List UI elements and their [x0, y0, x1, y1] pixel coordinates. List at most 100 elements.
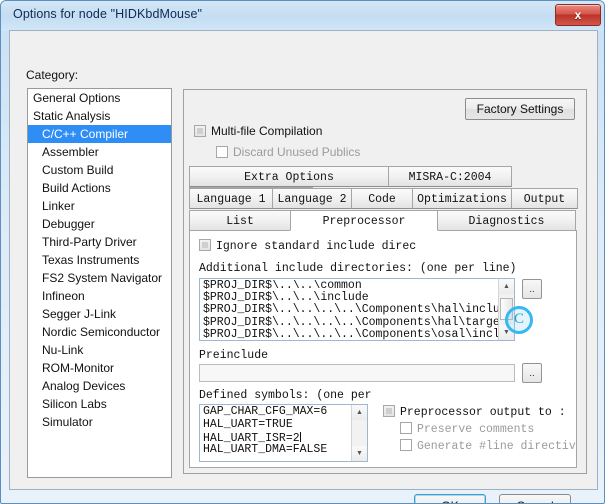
category-item-label: Nordic Semiconductor: [42, 325, 161, 339]
category-item-label: Nu-Link: [42, 343, 84, 357]
category-item-label: Silicon Labs: [42, 397, 107, 411]
preinclude-input[interactable]: [199, 364, 515, 382]
defined-symbol-text: HAL_UART_DMA=FALSE: [203, 443, 328, 457]
discard-unused-publics-checkbox: [216, 146, 228, 158]
defined-symbol-line[interactable]: HAL_UART_DMA=FALSE: [203, 443, 328, 457]
category-item-label: General Options: [33, 91, 121, 105]
sidebar-item-nu-link[interactable]: Nu-Link: [28, 341, 171, 359]
tab-optimizations[interactable]: Optimizations: [412, 188, 512, 209]
defined-symbol-text: GAP_CHAR_CFG_MAX=6: [203, 405, 328, 418]
sidebar-item-texas-instruments[interactable]: Texas Instruments: [28, 251, 171, 269]
tab-misra-c-2004[interactable]: MISRA-C:2004: [388, 166, 512, 187]
defined-symbols-text: GAP_CHAR_CFG_MAX=6 HAL_UART=TRUE HAL_UART_…: [203, 405, 328, 457]
tab-label: List: [226, 215, 254, 228]
tab-language-1[interactable]: Language 1: [189, 188, 273, 209]
sidebar-item-nordic-semiconductor[interactable]: Nordic Semiconductor: [28, 323, 171, 341]
tab-diagnostics[interactable]: Diagnostics: [437, 210, 576, 231]
tab-label: Output: [523, 193, 566, 206]
defined-symbols-label: Defined symbols: (one per: [199, 389, 372, 402]
sidebar-item-segger-j-link[interactable]: Segger J-Link: [28, 305, 171, 323]
dialog-client-area: Category: General Options Static Analysis…: [9, 30, 598, 503]
factory-settings-button[interactable]: Factory Settings: [465, 98, 575, 120]
compiler-options-panel: Factory Settings Multi-file Compilation …: [183, 89, 587, 474]
discard-unused-publics-checkbox-row: Discard Unused Publics: [216, 145, 360, 159]
cancel-button[interactable]: Cancel: [499, 494, 571, 503]
additional-include-directories-label: Additional include directories: (one per…: [199, 262, 517, 275]
scroll-down-arrow-icon[interactable]: ▼: [352, 446, 367, 461]
scroll-down-arrow-icon[interactable]: ▼: [499, 325, 514, 340]
tab-label: Extra Options: [244, 171, 334, 184]
sidebar-item-build-actions[interactable]: Build Actions: [28, 179, 171, 197]
include-dir-line[interactable]: $PROJ_DIR$\..\..\..\..\Components\osal\i…: [203, 328, 499, 340]
ok-button[interactable]: OK: [414, 494, 486, 503]
tab-label: Code: [368, 193, 396, 206]
sidebar-item-infineon[interactable]: Infineon: [28, 287, 171, 305]
include-dir-line[interactable]: $PROJ_DIR$\..\..\..\..\Components\hal\in…: [203, 304, 499, 316]
sidebar-item-third-party-driver[interactable]: Third-Party Driver: [28, 233, 171, 251]
preprocessor-tab-pane: Ignore standard include direc Additional…: [189, 230, 577, 468]
category-item-label: Custom Build: [42, 163, 114, 177]
category-item-label: Debugger: [42, 217, 95, 231]
sidebar-item-silicon-labs[interactable]: Silicon Labs: [28, 395, 171, 413]
defined-symbols-listbox[interactable]: GAP_CHAR_CFG_MAX=6 HAL_UART=TRUE HAL_UART_…: [199, 404, 368, 462]
category-item-label: Assembler: [42, 145, 99, 159]
tab-output[interactable]: Output: [511, 188, 578, 209]
preserve-comments-row: Preserve comments: [400, 422, 534, 436]
close-button[interactable]: x: [555, 4, 601, 26]
close-icon: x: [574, 8, 582, 22]
sidebar-item-assembler[interactable]: Assembler: [28, 143, 171, 161]
window-title: Options for node "HIDKbdMouse": [13, 7, 203, 21]
generate-line-directives-row: Generate #line directive: [400, 439, 576, 453]
category-item-label: Segger J-Link: [42, 307, 117, 321]
sidebar-item-custom-build[interactable]: Custom Build: [28, 161, 171, 179]
category-item-label: Infineon: [42, 289, 85, 303]
tab-label: Language 2: [277, 193, 347, 206]
additional-include-directories-listbox[interactable]: $PROJ_DIR$\..\..\common $PROJ_DIR$\..\..\…: [199, 278, 515, 341]
preinclude-browse-button[interactable]: ..: [522, 363, 542, 383]
category-item-label: Third-Party Driver: [42, 235, 137, 249]
preinclude-label: Preinclude: [199, 349, 269, 362]
tab-list[interactable]: List: [189, 210, 291, 231]
tab-extra-options[interactable]: Extra Options: [189, 166, 389, 187]
multi-file-compilation-checkbox-row[interactable]: Multi-file Compilation: [194, 124, 322, 138]
scroll-thumb[interactable]: [500, 298, 513, 320]
sidebar-item-linker[interactable]: Linker: [28, 197, 171, 215]
defined-symbol-text: HAL_UART=TRUE: [203, 417, 293, 431]
include-dirs-browse-button[interactable]: ..: [522, 279, 542, 299]
scroll-up-arrow-icon[interactable]: ▲: [499, 279, 514, 294]
ignore-standard-include-checkbox[interactable]: [199, 239, 211, 251]
tab-label: Diagnostics: [468, 215, 545, 228]
title-bar: Options for node "HIDKbdMouse" x: [1, 1, 604, 31]
sidebar-item-simulator[interactable]: Simulator: [28, 413, 171, 431]
tab-preprocessor[interactable]: Preprocessor: [290, 210, 438, 231]
tab-row-2: Language 1 Language 2 Code Optimizations Out…: [189, 188, 578, 209]
preprocessor-output-checkbox[interactable]: [383, 405, 395, 417]
category-item-label: ROM-Monitor: [42, 361, 115, 375]
sidebar-item-static-analysis[interactable]: Static Analysis: [28, 107, 171, 125]
defined-symbol-line[interactable]: HAL_UART=TRUE: [203, 417, 327, 432]
preprocessor-output-row[interactable]: Preprocessor output to :: [383, 405, 566, 419]
category-item-label: Static Analysis: [33, 109, 111, 123]
include-dirs-scrollbar[interactable]: ▲ ▼: [498, 279, 514, 340]
ignore-standard-include-row[interactable]: Ignore standard include direc: [199, 239, 416, 253]
tab-label: Language 1: [196, 193, 266, 206]
include-dir-line[interactable]: $PROJ_DIR$\..\..\..\..\Components\hal\ta…: [203, 316, 499, 329]
sidebar-item-rom-monitor[interactable]: ROM-Monitor: [28, 359, 171, 377]
category-list[interactable]: General Options Static Analysis C/C++ Comp…: [27, 88, 172, 478]
sidebar-item-general-options[interactable]: General Options: [28, 89, 171, 107]
category-item-label: Simulator: [42, 415, 93, 429]
sidebar-item-fs2-system-navigator[interactable]: FS2 System Navigator: [28, 269, 171, 287]
sidebar-item-analog-devices[interactable]: Analog Devices: [28, 377, 171, 395]
tab-language-2[interactable]: Language 2: [272, 188, 352, 209]
multi-file-compilation-checkbox[interactable]: [194, 125, 206, 137]
multi-file-compilation-label: Multi-file Compilation: [211, 124, 323, 138]
scroll-up-arrow-icon[interactable]: ▲: [352, 405, 367, 420]
defined-symbols-scrollbar[interactable]: ▲ ▼: [351, 405, 367, 461]
sidebar-item-c-c-compiler[interactable]: C/C++ Compiler: [28, 125, 171, 143]
category-item-label: C/C++ Compiler: [42, 127, 129, 141]
preserve-comments-label: Preserve comments: [417, 423, 535, 436]
sidebar-item-debugger[interactable]: Debugger: [28, 215, 171, 233]
category-item-label: Analog Devices: [42, 379, 126, 393]
tab-code[interactable]: Code: [351, 188, 413, 209]
ignore-standard-include-label: Ignore standard include direc: [216, 240, 417, 253]
